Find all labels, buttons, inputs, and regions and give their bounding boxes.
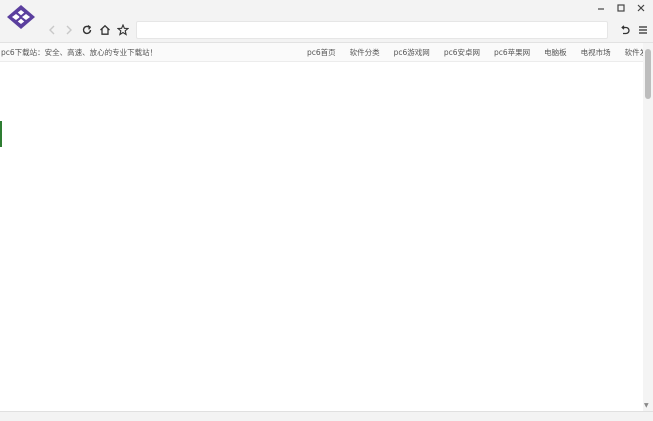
title-bar (0, 0, 653, 18)
close-icon[interactable] (635, 2, 647, 14)
back-icon[interactable] (44, 22, 60, 38)
nav-link-apple[interactable]: pc6苹果网 (494, 47, 530, 58)
nav-link-android[interactable]: pc6安卓网 (444, 47, 480, 58)
nav-link-tv-market[interactable]: 电视市场 (581, 47, 611, 58)
site-nav: pc6首页 软件分类 pc6游戏网 pc6安卓网 pc6苹果网 电脑板 电视市场… (307, 47, 643, 58)
side-accent (0, 121, 2, 147)
nav-link-categories[interactable]: 软件分类 (350, 47, 380, 58)
site-header: pc6下载站：安全、高速、放心的专业下载站！ pc6首页 软件分类 pc6游戏网… (0, 43, 643, 62)
toolbar (0, 18, 653, 43)
maximize-icon[interactable] (615, 2, 627, 14)
window-controls (595, 2, 647, 14)
address-bar[interactable] (136, 21, 608, 39)
star-icon[interactable] (115, 22, 131, 38)
site-tagline: pc6下载站：安全、高速、放心的专业下载站！ (1, 48, 158, 57)
reload-icon[interactable] (79, 22, 95, 38)
browser-window: pc6下载站：安全、高速、放心的专业下载站！ pc6首页 软件分类 pc6游戏网… (0, 0, 653, 421)
status-bar (0, 411, 653, 421)
browser-logo-icon (7, 5, 35, 29)
scroll-down-icon[interactable]: ▼ (644, 403, 649, 409)
forward-icon[interactable] (61, 22, 77, 38)
page-content (0, 62, 643, 411)
menu-icon[interactable] (635, 22, 651, 38)
nav-link-games[interactable]: pc6游戏网 (394, 47, 430, 58)
nav-link-publish[interactable]: 软件发布 (625, 47, 643, 58)
scrollbar-thumb[interactable] (645, 49, 651, 99)
undo-icon[interactable] (617, 22, 633, 38)
minimize-icon[interactable] (595, 2, 607, 14)
nav-link-pc[interactable]: 电脑板 (544, 47, 567, 58)
home-icon[interactable] (97, 22, 113, 38)
nav-link-home[interactable]: pc6首页 (307, 47, 336, 58)
vertical-scrollbar[interactable]: ▼ (643, 43, 653, 411)
